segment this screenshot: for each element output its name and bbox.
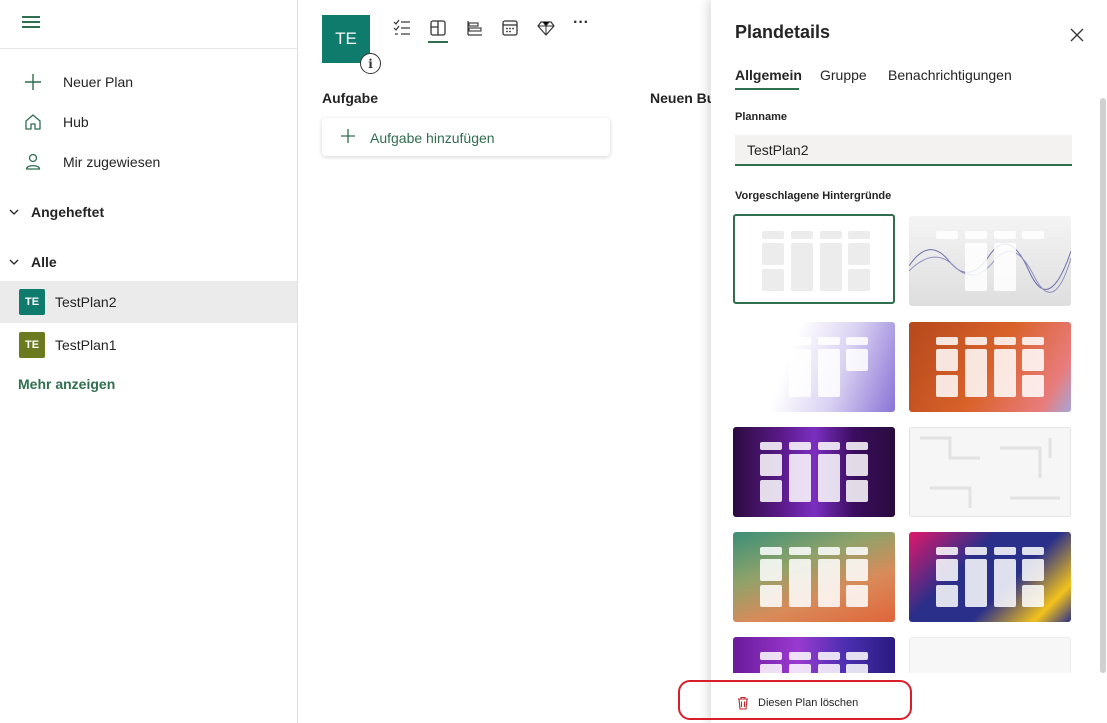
board-view-icon[interactable] [428, 18, 448, 38]
section-pinned[interactable]: Angeheftet [0, 198, 297, 228]
delete-plan-label: Diesen Plan löschen [758, 697, 859, 709]
plus-icon [25, 74, 41, 90]
tab-group[interactable]: Gruppe [820, 67, 867, 83]
hamburger-menu-icon[interactable] [22, 14, 40, 30]
column-header-new-bucket[interactable]: Neuen Bu [650, 90, 715, 106]
sidebar-item-label: Neuer Plan [63, 74, 134, 90]
close-icon[interactable] [1069, 27, 1085, 43]
plan-name-label: Planname [735, 111, 787, 123]
background-option-purple-lights[interactable] [733, 427, 895, 517]
board-preview [762, 231, 870, 291]
sidebar-item-new-plan[interactable]: Neuer Plan [0, 62, 297, 102]
sidebar-divider [0, 48, 297, 49]
background-option-speckled[interactable] [909, 637, 1071, 673]
board-preview [936, 231, 1044, 291]
sidebar-item-hub[interactable]: Hub [0, 102, 297, 142]
chevron-down-icon [9, 259, 19, 265]
sidebar-item-label: Mir zugewiesen [63, 154, 161, 170]
delete-area: Diesen Plan löschen [711, 683, 1107, 723]
sidebar: Neuer Plan Hub Mir zugewiesen Angeheftet… [0, 0, 298, 723]
board-preview [760, 442, 868, 502]
calendar-icon[interactable] [500, 18, 520, 38]
schedule-view-icon[interactable] [464, 18, 484, 38]
panel-title: Plandetails [735, 22, 831, 42]
active-tab-underline [735, 88, 799, 90]
panel-scrollbar[interactable] [1100, 98, 1106, 673]
add-task-button[interactable]: Aufgabe hinzufügen [322, 118, 610, 156]
sidebar-item-assigned-to-me[interactable]: Mir zugewiesen [0, 142, 297, 182]
plan-details-panel: Plandetails Allgemein Gruppe Benachricht… [711, 0, 1107, 723]
chevron-down-icon [9, 209, 19, 215]
checklist-view-icon[interactable] [392, 18, 412, 38]
plan-badge: TE [19, 289, 45, 315]
board-preview [760, 652, 868, 673]
background-option-watercolor[interactable] [733, 532, 895, 622]
sidebar-plan-testplan1[interactable]: TE TestPlan1 [0, 324, 297, 366]
board-preview [936, 337, 1044, 397]
plan-label: TestPlan1 [55, 337, 117, 353]
sidebar-plan-testplan2[interactable]: TE TestPlan2 [0, 281, 297, 323]
add-task-label: Aufgabe hinzufügen [370, 130, 495, 146]
background-option-colorful[interactable] [909, 532, 1071, 622]
section-label: Alle [31, 254, 57, 270]
home-icon [25, 114, 41, 130]
section-all[interactable]: Alle [0, 248, 297, 278]
delete-plan-button[interactable]: Diesen Plan löschen [736, 693, 858, 713]
background-option-orange[interactable] [909, 322, 1071, 412]
column-header-task: Aufgabe [322, 90, 378, 106]
show-more-link[interactable]: Mehr anzeigen [18, 376, 115, 392]
plan-badge: TE [19, 332, 45, 358]
trash-icon [738, 696, 748, 710]
plan-name-input[interactable] [735, 135, 1072, 166]
board-preview [760, 547, 868, 607]
backgrounds-label: Vorgeschlagene Hintergründe [735, 190, 892, 202]
more-options-icon[interactable]: ··· [573, 14, 593, 34]
background-option-white-pattern[interactable] [909, 427, 1071, 517]
tab-notifications[interactable]: Benachrichtigungen [888, 67, 1012, 83]
background-gallery [733, 214, 1073, 673]
tab-general[interactable]: Allgemein [735, 67, 802, 83]
sidebar-item-label: Hub [63, 114, 89, 130]
info-icon[interactable]: i [360, 53, 381, 74]
plus-icon [341, 129, 355, 143]
background-option-network[interactable] [733, 322, 895, 412]
active-view-underline [428, 41, 448, 43]
plan-label: TestPlan2 [55, 294, 117, 310]
background-option-blank[interactable] [733, 214, 895, 304]
diamond-premium-icon[interactable] [536, 18, 556, 38]
maze-pattern [920, 436, 1060, 508]
board-preview [936, 547, 1044, 607]
person-icon [25, 153, 41, 170]
section-label: Angeheftet [31, 204, 105, 220]
background-option-violet[interactable] [733, 637, 895, 673]
background-option-wave[interactable] [909, 216, 1071, 306]
board-preview [760, 337, 868, 397]
